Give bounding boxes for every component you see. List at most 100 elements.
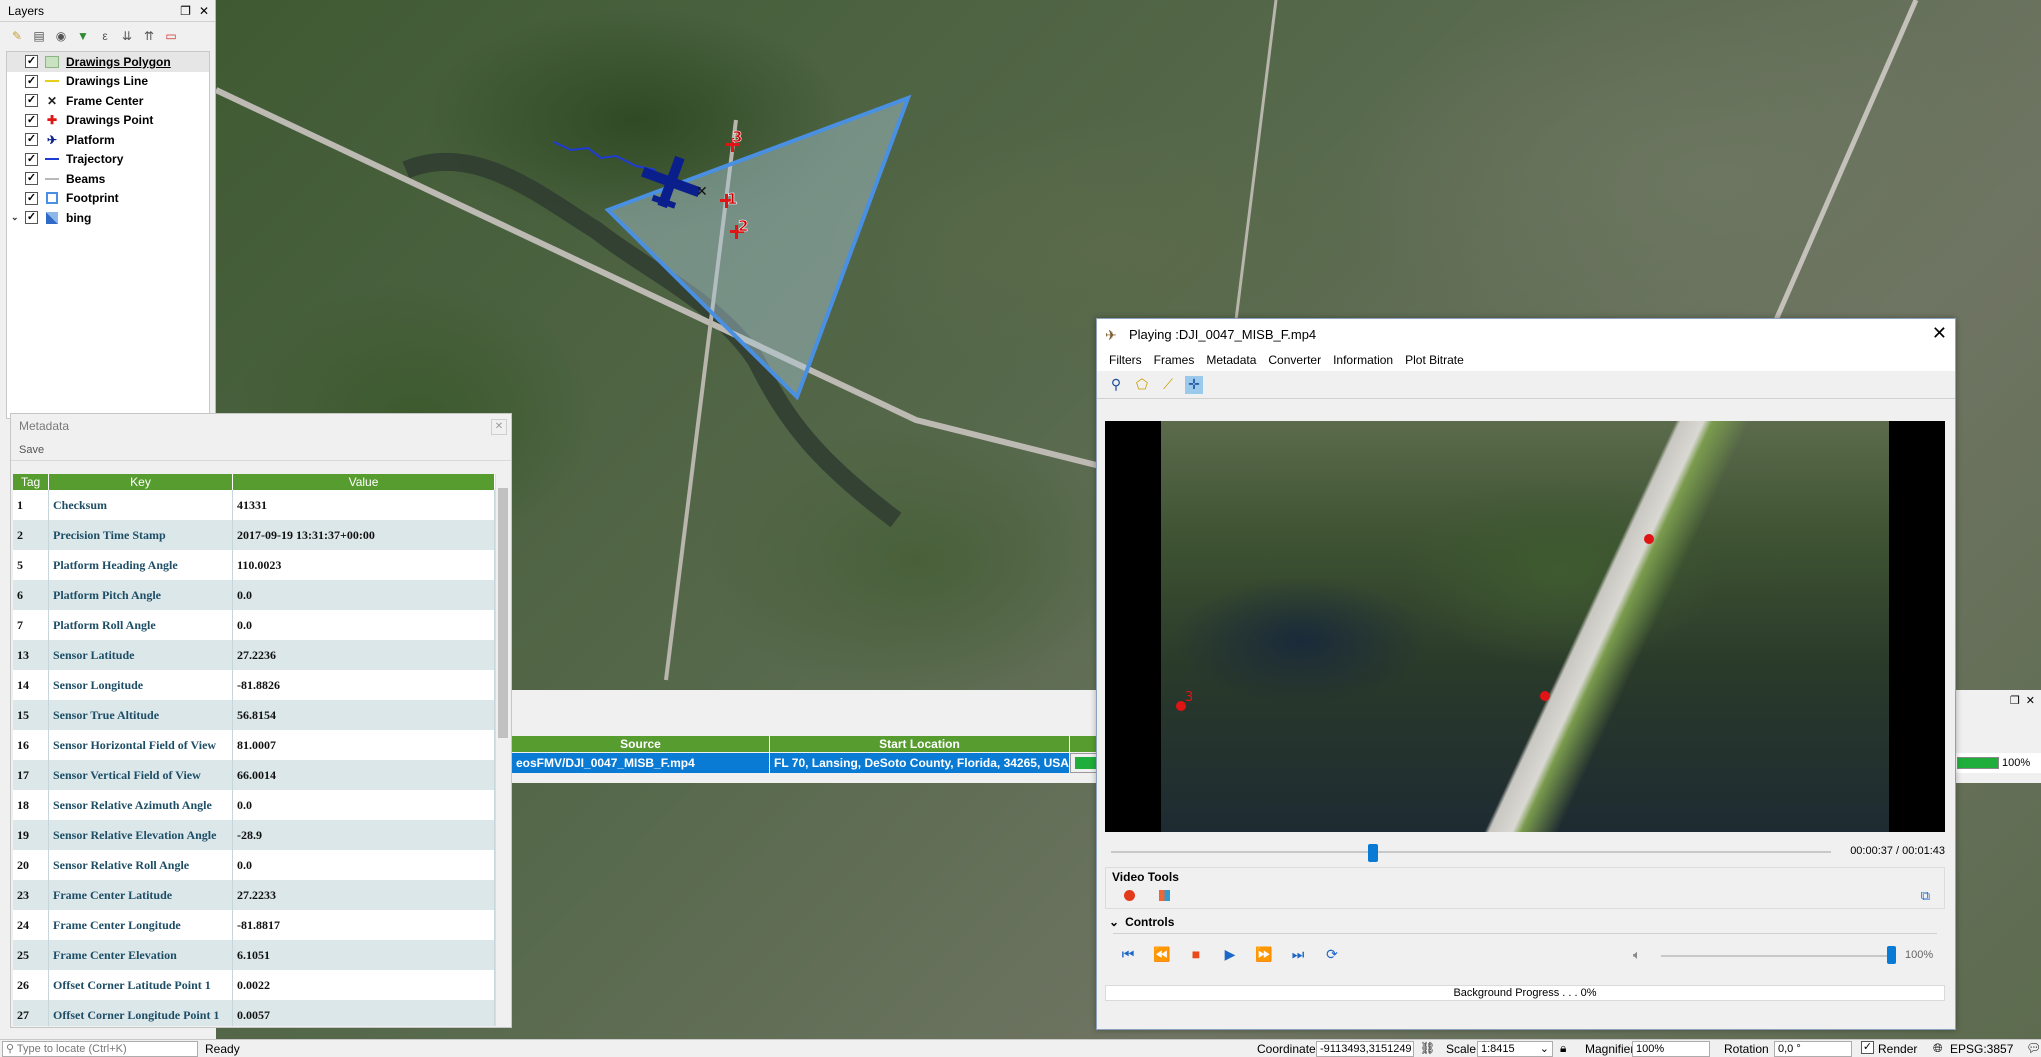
layer-visibility-checkbox[interactable]: ✓	[25, 191, 38, 205]
layer-visibility-checkbox[interactable]: ✓	[25, 94, 38, 108]
layer-item-frame-center[interactable]: ✓ ✕ Frame Center	[7, 91, 209, 111]
filter-expression-icon[interactable]: ε	[96, 27, 114, 45]
column-header-value[interactable]: Value	[233, 474, 495, 490]
record-icon[interactable]	[1124, 890, 1135, 901]
column-header-start-location[interactable]: Start Location	[770, 736, 1070, 752]
crs-globe-icon[interactable]: 🌐︎	[1933, 1041, 1943, 1056]
table-row[interactable]: 7 Platform Roll Angle 0.0	[13, 610, 495, 640]
close-icon[interactable]: ✕	[491, 419, 507, 435]
video-list-row[interactable]: eosFMV/DJI_0047_MISB_F.mp4 FL 70, Lansin…	[512, 753, 1098, 773]
menu-frames[interactable]: Frames	[1148, 351, 1201, 371]
table-row[interactable]: 1 Checksum 41331	[13, 490, 495, 520]
scrollbar-thumb[interactable]	[498, 488, 508, 738]
table-row[interactable]: 16 Sensor Horizontal Field of View 81.0007	[13, 730, 495, 760]
center-cursor-icon[interactable]: ✛	[1185, 375, 1203, 394]
draw-polygon-icon[interactable]: ⬠	[1133, 376, 1151, 394]
layer-visibility-checkbox[interactable]: ✓	[25, 133, 38, 147]
menu-plot-bitrate[interactable]: Plot Bitrate	[1399, 351, 1470, 371]
layer-visibility-checkbox[interactable]: ✓	[25, 172, 38, 186]
layer-visibility-checkbox[interactable]: ✓	[25, 152, 38, 166]
table-row[interactable]: 23 Frame Center Latitude 27.2233	[13, 880, 495, 910]
collapse-all-icon[interactable]: ⇈	[140, 27, 158, 45]
table-row[interactable]: 15 Sensor True Altitude 56.8154	[13, 700, 495, 730]
layer-item-drawings-polygon[interactable]: ✓ Drawings Polygon	[7, 52, 209, 72]
render-checkbox[interactable]: ✓	[1861, 1041, 1874, 1054]
chevron-down-icon[interactable]: ⌄	[1109, 915, 1119, 929]
table-row[interactable]: 5 Platform Heading Angle 110.0023	[13, 550, 495, 580]
layer-visibility-checkbox[interactable]: ✓	[25, 211, 38, 225]
column-header-key[interactable]: Key	[49, 474, 233, 490]
float-panel-icon[interactable]: ❐	[180, 4, 191, 18]
layer-item-bing[interactable]: ⌄ ✓ bing	[7, 208, 209, 228]
volume-handle[interactable]	[1887, 946, 1896, 964]
layer-item-footprint[interactable]: ✓ Footprint	[7, 189, 209, 209]
table-row[interactable]: 13 Sensor Latitude 27.2236	[13, 640, 495, 670]
chevron-down-icon[interactable]: ⌄	[11, 212, 25, 223]
table-row[interactable]: 17 Sensor Vertical Field of View 66.0014	[13, 760, 495, 790]
crs-label[interactable]: EPSG:3857	[1950, 1042, 2013, 1056]
column-header-tag[interactable]: Tag	[13, 474, 49, 490]
stop-icon[interactable]: ■	[1187, 945, 1205, 963]
close-icon[interactable]: ✕	[1932, 323, 1947, 344]
capture-icon[interactable]: ⧉	[1921, 888, 1930, 904]
skip-start-icon[interactable]: ⏮	[1119, 945, 1137, 963]
rotation-spinbox[interactable]: 0,0 °	[1774, 1041, 1852, 1057]
remove-layer-icon[interactable]: ▭	[162, 27, 180, 45]
toggle-extents-icon[interactable]: ⛓	[1420, 1041, 1435, 1055]
menu-filters[interactable]: Filters	[1103, 351, 1148, 371]
close-panel-icon[interactable]: ✕	[199, 4, 209, 18]
layer-item-platform[interactable]: ✓ ✈ Platform	[7, 130, 209, 150]
table-row[interactable]: 14 Sensor Longitude -81.8826	[13, 670, 495, 700]
menu-converter[interactable]: Converter	[1262, 351, 1327, 371]
cell-key: Sensor Relative Azimuth Angle	[49, 790, 233, 820]
magnifier-spinbox[interactable]: 100%	[1632, 1041, 1710, 1057]
table-row[interactable]: 26 Offset Corner Latitude Point 1 0.0022	[13, 970, 495, 1000]
layer-visibility-checkbox[interactable]: ✓	[25, 113, 38, 127]
table-row[interactable]: 6 Platform Pitch Angle 0.0	[13, 580, 495, 610]
layer-item-drawings-line[interactable]: ✓ Drawings Line	[7, 72, 209, 92]
layer-item-trajectory[interactable]: ✓ Trajectory	[7, 150, 209, 170]
loop-icon[interactable]: ⟳	[1323, 945, 1341, 963]
messages-icon[interactable]: 💬︎	[2026, 1041, 2041, 1055]
layer-item-beams[interactable]: ✓ Beams	[7, 169, 209, 189]
scale-select[interactable]: 1:8415 ⌄	[1477, 1041, 1553, 1057]
rewind-icon[interactable]: ⏪	[1153, 945, 1171, 963]
table-row[interactable]: 18 Sensor Relative Azimuth Angle 0.0	[13, 790, 495, 820]
table-row[interactable]: 2 Precision Time Stamp 2017-09-19 13:31:37…	[13, 520, 495, 550]
save-button[interactable]: Save	[11, 439, 511, 461]
video-frame[interactable]: 3	[1105, 421, 1945, 832]
table-row[interactable]: 19 Sensor Relative Elevation Angle -28.9	[13, 820, 495, 850]
locate-search-input[interactable]: ⚲ Type to locate (Ctrl+K)	[2, 1041, 198, 1057]
eye-icon[interactable]: ◉	[52, 27, 70, 45]
skip-end-icon[interactable]: ⏭	[1289, 945, 1307, 963]
metadata-scrollbar[interactable]	[495, 474, 509, 1026]
table-row[interactable]: 24 Frame Center Longitude -81.8817	[13, 910, 495, 940]
table-row[interactable]: 20 Sensor Relative Roll Angle 0.0	[13, 850, 495, 880]
fast-forward-icon[interactable]: ⏩	[1255, 945, 1273, 963]
table-row[interactable]: 27 Offset Corner Longitude Point 1 0.0057	[13, 1000, 495, 1026]
layer-visibility-checkbox[interactable]: ✓	[25, 74, 38, 88]
seek-handle[interactable]	[1368, 844, 1378, 862]
float-panel-icon[interactable]: ❐	[2010, 694, 2020, 707]
style-brush-icon[interactable]: ✎	[8, 27, 26, 45]
filter-icon[interactable]: ▼	[74, 27, 92, 45]
cell-tag: 27	[13, 1000, 49, 1026]
draw-line-icon[interactable]: ⟋	[1159, 376, 1177, 394]
zoom-icon[interactable]: ⚲	[1107, 376, 1125, 394]
volume-icon[interactable]: 🔈︎	[1633, 947, 1641, 963]
volume-slider[interactable]	[1661, 955, 1893, 957]
seek-slider[interactable]: 00:00:37 / 00:01:43	[1105, 840, 1945, 864]
color-filter-icon[interactable]	[1159, 890, 1170, 901]
layer-item-drawings-point[interactable]: ✓ ✚ Drawings Point	[7, 111, 209, 131]
play-icon[interactable]: ▶	[1221, 945, 1239, 963]
lock-scale-icon[interactable]: 🔒︎	[1560, 1041, 1566, 1056]
expand-all-icon[interactable]: ⇊	[118, 27, 136, 45]
column-header-source[interactable]: Source	[512, 736, 770, 752]
table-row[interactable]: 25 Frame Center Elevation 6.1051	[13, 940, 495, 970]
menu-information[interactable]: Information	[1327, 351, 1399, 371]
layer-visibility-checkbox[interactable]: ✓	[25, 55, 38, 69]
coordinate-field[interactable]: -9113493,3151249	[1316, 1041, 1414, 1057]
close-panel-icon[interactable]: ✕	[2026, 694, 2035, 707]
menu-metadata[interactable]: Metadata	[1200, 351, 1262, 371]
add-group-icon[interactable]: ▤	[30, 27, 48, 45]
